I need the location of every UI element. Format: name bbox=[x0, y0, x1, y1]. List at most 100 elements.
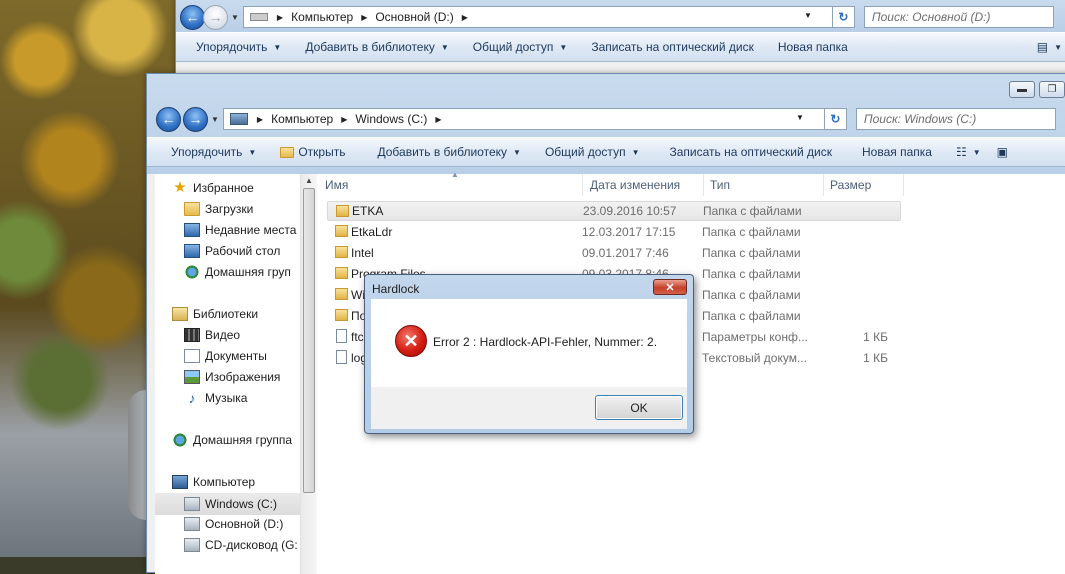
refresh-button[interactable]: ↻ bbox=[824, 108, 847, 130]
file-size: 1 КБ bbox=[863, 330, 888, 344]
burn-button[interactable]: Записать на оптический диск bbox=[579, 40, 766, 54]
breadcrumb-separator-icon: ▶ bbox=[361, 12, 368, 22]
file-date: 12.03.2017 17:15 bbox=[582, 225, 676, 239]
minimize-button[interactable]: ▬ bbox=[1009, 81, 1035, 98]
command-bar: Упорядочить ▼ Добавить в библиотеку ▼ Общи… bbox=[176, 32, 1065, 62]
error-icon: ✕ bbox=[395, 325, 427, 357]
address-bar[interactable]: ▶ Компьютер ▶ Основной (D:) ▶ ▼ bbox=[242, 6, 833, 28]
add-to-library-button[interactable]: Добавить в библиотеку ▼ bbox=[293, 40, 460, 54]
error-message: Error 2 : Hardlock-API-Fehler, Nummer: 2… bbox=[433, 335, 658, 349]
address-row: ← → ▼ ▶ Компьютер ▶ Основной (D:) ▶ ▼ ↻ … bbox=[176, 0, 1065, 34]
config-file-icon bbox=[336, 329, 347, 343]
new-folder-button[interactable]: Новая папка bbox=[766, 40, 860, 54]
open-button[interactable]: Открыть bbox=[268, 145, 357, 159]
new-folder-button[interactable]: Новая папка bbox=[844, 145, 944, 159]
breadcrumb-separator-icon: ▶ bbox=[461, 12, 468, 22]
search-input[interactable]: Поиск: Основной (D:) bbox=[863, 6, 1054, 28]
text-file-icon bbox=[336, 350, 347, 364]
file-type: Папка с файлами bbox=[702, 225, 801, 239]
history-dropdown-icon[interactable]: ▼ bbox=[211, 115, 219, 124]
documents-icon bbox=[184, 349, 200, 363]
nav-documents[interactable]: Документы bbox=[184, 349, 267, 363]
nav-music[interactable]: ♪ Музыка bbox=[184, 390, 248, 406]
breadcrumb-computer[interactable]: Компьютер bbox=[266, 112, 338, 126]
nav-drive-d[interactable]: Основной (D:) bbox=[184, 517, 283, 531]
nav-recent-places[interactable]: Недавние места bbox=[184, 223, 296, 237]
search-input[interactable]: Поиск: Windows (C:) bbox=[855, 108, 1056, 130]
error-dialog[interactable]: Hardlock ✕ ✕ Error 2 : Hardlock-API-Fehl… bbox=[364, 274, 694, 434]
breadcrumb-separator-icon: ▶ bbox=[435, 114, 442, 124]
forward-button[interactable]: → bbox=[183, 106, 208, 132]
file-name: Wi bbox=[351, 288, 365, 302]
burn-button[interactable]: Записать на оптический диск bbox=[651, 145, 844, 159]
nav-homegroup[interactable]: Домашняя группа bbox=[172, 433, 292, 447]
nav-computer[interactable]: Компьютер bbox=[172, 475, 255, 489]
address-dropdown-icon[interactable]: ▼ bbox=[804, 11, 812, 20]
file-row[interactable]: Intel 09.01.2017 7:46 Папка с файлами bbox=[327, 243, 901, 263]
computer-icon bbox=[229, 113, 248, 125]
video-icon bbox=[184, 328, 200, 342]
file-row[interactable]: ETKA 23.09.2016 10:57 Папка с файлами bbox=[327, 201, 901, 221]
back-button[interactable]: ← bbox=[156, 106, 181, 132]
organize-button[interactable]: Упорядочить ▼ bbox=[176, 40, 293, 54]
column-header-date[interactable]: Дата изменения bbox=[584, 174, 704, 196]
preview-pane-icon[interactable]: ▣ bbox=[985, 145, 1065, 159]
share-button[interactable]: Общий доступ ▼ bbox=[533, 145, 652, 159]
dialog-footer: OK bbox=[371, 387, 687, 429]
file-type: Папка с файлами bbox=[702, 267, 801, 281]
folder-icon bbox=[336, 205, 349, 217]
nav-scrollbar[interactable]: ▲ bbox=[300, 174, 317, 574]
images-icon bbox=[184, 370, 200, 384]
address-dropdown-icon[interactable]: ▼ bbox=[796, 113, 804, 122]
nav-video[interactable]: Видео bbox=[184, 328, 240, 342]
music-icon: ♪ bbox=[188, 390, 196, 406]
share-button[interactable]: Общий доступ ▼ bbox=[461, 40, 580, 54]
file-type: Папка с файлами bbox=[703, 204, 802, 218]
scrollbar-thumb[interactable] bbox=[303, 188, 315, 493]
nav-drive-c[interactable]: Windows (C:) bbox=[155, 493, 300, 515]
explorer-window-d[interactable]: ← → ▼ ▶ Компьютер ▶ Основной (D:) ▶ ▼ ↻ … bbox=[175, 0, 1065, 78]
breadcrumb-computer[interactable]: Компьютер bbox=[286, 10, 358, 24]
star-icon: ★ bbox=[173, 179, 187, 196]
computer-icon bbox=[172, 475, 188, 489]
organize-button[interactable]: Упорядочить ▼ bbox=[147, 145, 268, 159]
scroll-up-icon[interactable]: ▲ bbox=[305, 176, 313, 185]
nav-libraries[interactable]: Библиотеки bbox=[172, 307, 258, 321]
nav-downloads[interactable]: Загрузки bbox=[184, 202, 253, 216]
sort-arrow-icon: ▲ bbox=[451, 170, 459, 179]
nav-homegroup-favorite[interactable]: Домашняя груп bbox=[184, 265, 291, 279]
drive-c-icon bbox=[184, 497, 200, 511]
breadcrumb-separator-icon: ▶ bbox=[256, 114, 264, 124]
file-name: ETKA bbox=[352, 204, 384, 218]
ok-button[interactable]: OK bbox=[595, 395, 683, 420]
nav-images[interactable]: Изображения bbox=[184, 370, 280, 384]
navigation-pane: ★ Избранное Загрузки Недавние места Рабоч… bbox=[155, 174, 317, 574]
file-row[interactable]: EtkaLdr 12.03.2017 17:15 Папка с файлами bbox=[327, 222, 901, 242]
back-button[interactable]: ← bbox=[180, 4, 205, 30]
address-bar[interactable]: ▶ Компьютер ▶ Windows (C:) ▶ ▼ bbox=[222, 108, 825, 130]
column-header-type[interactable]: Тип bbox=[704, 174, 824, 196]
nav-desktop[interactable]: Рабочий стол bbox=[184, 244, 280, 258]
breadcrumb-separator-icon: ▶ bbox=[276, 12, 284, 22]
nav-favorites[interactable]: ★ Избранное bbox=[172, 179, 254, 196]
nav-cd-drive[interactable]: CD-дисковод (G: bbox=[184, 538, 298, 552]
maximize-button[interactable]: ❐ bbox=[1039, 81, 1065, 98]
forward-button[interactable]: → bbox=[203, 4, 228, 30]
folder-icon bbox=[335, 309, 348, 321]
refresh-button[interactable]: ↻ bbox=[832, 6, 855, 28]
view-options-icon[interactable]: ☷ ▼ bbox=[944, 145, 985, 159]
file-name: ftc bbox=[351, 330, 364, 344]
breadcrumb-drive[interactable]: Основной (D:) bbox=[370, 10, 458, 24]
add-to-library-button[interactable]: Добавить в библиотеку ▼ bbox=[357, 145, 532, 159]
column-header-size[interactable]: Размер bbox=[824, 174, 904, 196]
view-options-icon[interactable]: ▤ ▼ bbox=[1025, 40, 1065, 54]
folder-icon bbox=[335, 267, 348, 279]
history-dropdown-icon[interactable]: ▼ bbox=[231, 13, 239, 22]
file-size: 1 КБ bbox=[863, 351, 888, 365]
folder-icon bbox=[335, 288, 348, 300]
file-type: Текстовый докум... bbox=[702, 351, 807, 365]
folder-icon bbox=[335, 225, 348, 237]
file-type: Папка с файлами bbox=[702, 246, 801, 260]
breadcrumb-drive[interactable]: Windows (C:) bbox=[350, 112, 432, 126]
dialog-close-button[interactable]: ✕ bbox=[653, 279, 687, 295]
